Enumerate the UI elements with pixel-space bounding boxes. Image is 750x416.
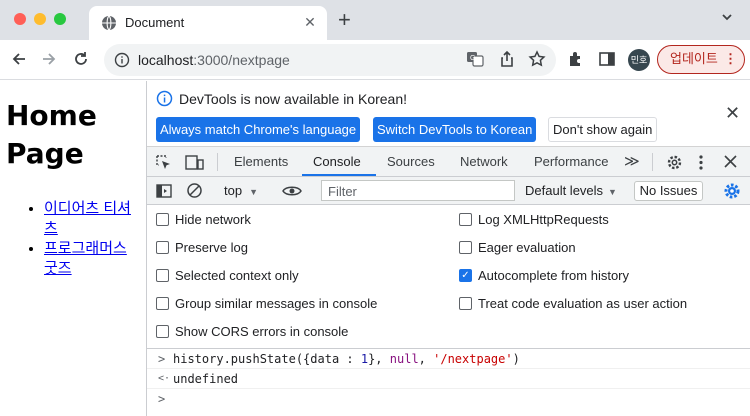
update-menu-icon: ⋮ [724, 51, 737, 66]
tab-elements[interactable]: Elements [234, 154, 288, 169]
kebab-menu-icon[interactable] [698, 154, 704, 176]
infobar-close-icon[interactable]: ✕ [725, 103, 740, 124]
translate-icon[interactable]: G [466, 50, 484, 73]
address-bar[interactable]: localhost:3000/nextpage G [104, 44, 556, 76]
back-arrow-icon[interactable] [8, 48, 30, 70]
update-label: 업데이트 [670, 51, 718, 66]
active-tab-indicator [302, 174, 376, 176]
console-settings-icon[interactable] [723, 182, 741, 205]
tab-performance[interactable]: Performance [534, 154, 608, 169]
console-prompt-line[interactable]: > [147, 389, 750, 416]
link-tshirt[interactable]: 이디어츠 티셔츠 [44, 200, 131, 237]
checkbox[interactable] [459, 297, 472, 310]
browser-tab[interactable]: Document ✕ [89, 6, 327, 40]
console-result: undefined [173, 372, 239, 386]
console-settings-pane: Hide network Preserve log Selected conte… [147, 205, 750, 349]
divider [217, 153, 218, 171]
checkbox[interactable] [156, 325, 169, 338]
context-selector[interactable]: top ▼ [224, 183, 258, 198]
dont-show-again-button[interactable]: Don't show again [548, 117, 658, 142]
log-levels-dropdown[interactable]: Default levels ▼ [525, 183, 617, 198]
checkbox[interactable] [156, 269, 169, 282]
levels-label: Default levels [525, 183, 604, 198]
devtools-panel: DevTools is now available in Korean! ✕ A… [146, 81, 750, 416]
prompt-chevron-icon: > [158, 392, 166, 406]
context-label: top [224, 183, 243, 198]
profile-avatar[interactable]: 민호 [628, 49, 650, 71]
infobar-message: DevTools is now available in Korean! [179, 91, 408, 107]
forward-arrow-icon[interactable] [38, 48, 60, 70]
site-info-icon[interactable] [114, 52, 130, 73]
checkbox[interactable] [459, 213, 472, 226]
page-content: Home Page 이디어츠 티셔츠 프로그래머스 굿즈 [0, 81, 146, 416]
device-toolbar-icon[interactable] [185, 154, 204, 176]
language-infobar: DevTools is now available in Korean! ✕ A… [147, 81, 750, 147]
tab-strip: Document ✕ + [0, 0, 750, 40]
close-devtools-icon[interactable] [723, 154, 738, 174]
match-chrome-language-button[interactable]: Always match Chrome's language [156, 117, 361, 142]
share-icon[interactable] [498, 50, 516, 73]
checkbox[interactable] [459, 241, 472, 254]
more-tabs-icon[interactable]: ≫ [624, 152, 640, 170]
extensions-icon[interactable] [567, 50, 585, 73]
checkbox-checked[interactable]: ✓ [459, 269, 472, 282]
devtools-tabbar: Elements Console Sources Network Perform… [147, 147, 750, 177]
bookmark-star-icon[interactable] [528, 50, 546, 73]
url-host: localhost [138, 52, 194, 68]
checkbox[interactable] [156, 297, 169, 310]
side-panel-icon[interactable] [598, 50, 616, 73]
close-window-button[interactable] [14, 13, 26, 25]
url-text: localhost:3000/nextpage [138, 52, 290, 68]
result-arrow-icon: <· [158, 373, 171, 384]
svg-text:G: G [470, 55, 475, 62]
input-chevron-icon: > [158, 352, 166, 366]
eye-icon[interactable] [282, 183, 302, 204]
reload-icon[interactable] [70, 48, 92, 70]
inspect-element-icon[interactable] [155, 154, 172, 176]
new-tab-button[interactable]: + [338, 9, 351, 31]
checkbox[interactable] [156, 213, 169, 226]
minimize-window-button[interactable] [34, 13, 46, 25]
zoom-window-button[interactable] [54, 13, 66, 25]
filter-input[interactable]: Filter [321, 180, 515, 201]
tab-sources[interactable]: Sources [387, 154, 435, 169]
link-list: 이디어츠 티셔츠 프로그래머스 굿즈 [44, 199, 144, 279]
console-input-line: > history.pushState({data : 1}, null, '/… [147, 349, 750, 369]
info-icon [156, 90, 173, 112]
console-toolbar: top ▼ Filter Default levels ▼ No Issues [147, 177, 750, 205]
console-command[interactable]: history.pushState({data : 1}, null, '/ne… [173, 352, 520, 366]
list-item: 이디어츠 티셔츠 [44, 199, 144, 239]
switch-to-korean-button[interactable]: Switch DevTools to Korean [373, 117, 537, 142]
console-output: > history.pushState({data : 1}, null, '/… [147, 349, 750, 416]
browser-toolbar: localhost:3000/nextpage G 민호 업데이트 ⋮ [0, 40, 750, 80]
clear-console-icon[interactable] [186, 182, 203, 204]
tab-search-icon[interactable] [720, 10, 734, 29]
sidebar-toggle-icon[interactable] [156, 183, 172, 204]
link-goods[interactable]: 프로그래머스 굿즈 [44, 240, 127, 277]
tab-close-icon[interactable]: ✕ [301, 13, 319, 31]
console-result-line: <· undefined [147, 369, 750, 389]
update-button[interactable]: 업데이트 ⋮ [657, 45, 745, 74]
tab-title: Document [125, 15, 185, 30]
url-path: :3000/nextpage [193, 52, 290, 68]
divider [652, 153, 653, 171]
chevron-down-icon: ▼ [249, 187, 258, 197]
tab-console[interactable]: Console [313, 154, 361, 169]
chevron-down-icon: ▼ [608, 187, 617, 197]
tab-network[interactable]: Network [460, 154, 508, 169]
issues-button[interactable]: No Issues [634, 181, 703, 201]
page-heading: Home Page [6, 99, 97, 170]
checkbox[interactable] [156, 241, 169, 254]
list-item: 프로그래머스 굿즈 [44, 239, 144, 279]
gear-icon[interactable] [666, 154, 683, 176]
globe-icon [101, 15, 117, 36]
